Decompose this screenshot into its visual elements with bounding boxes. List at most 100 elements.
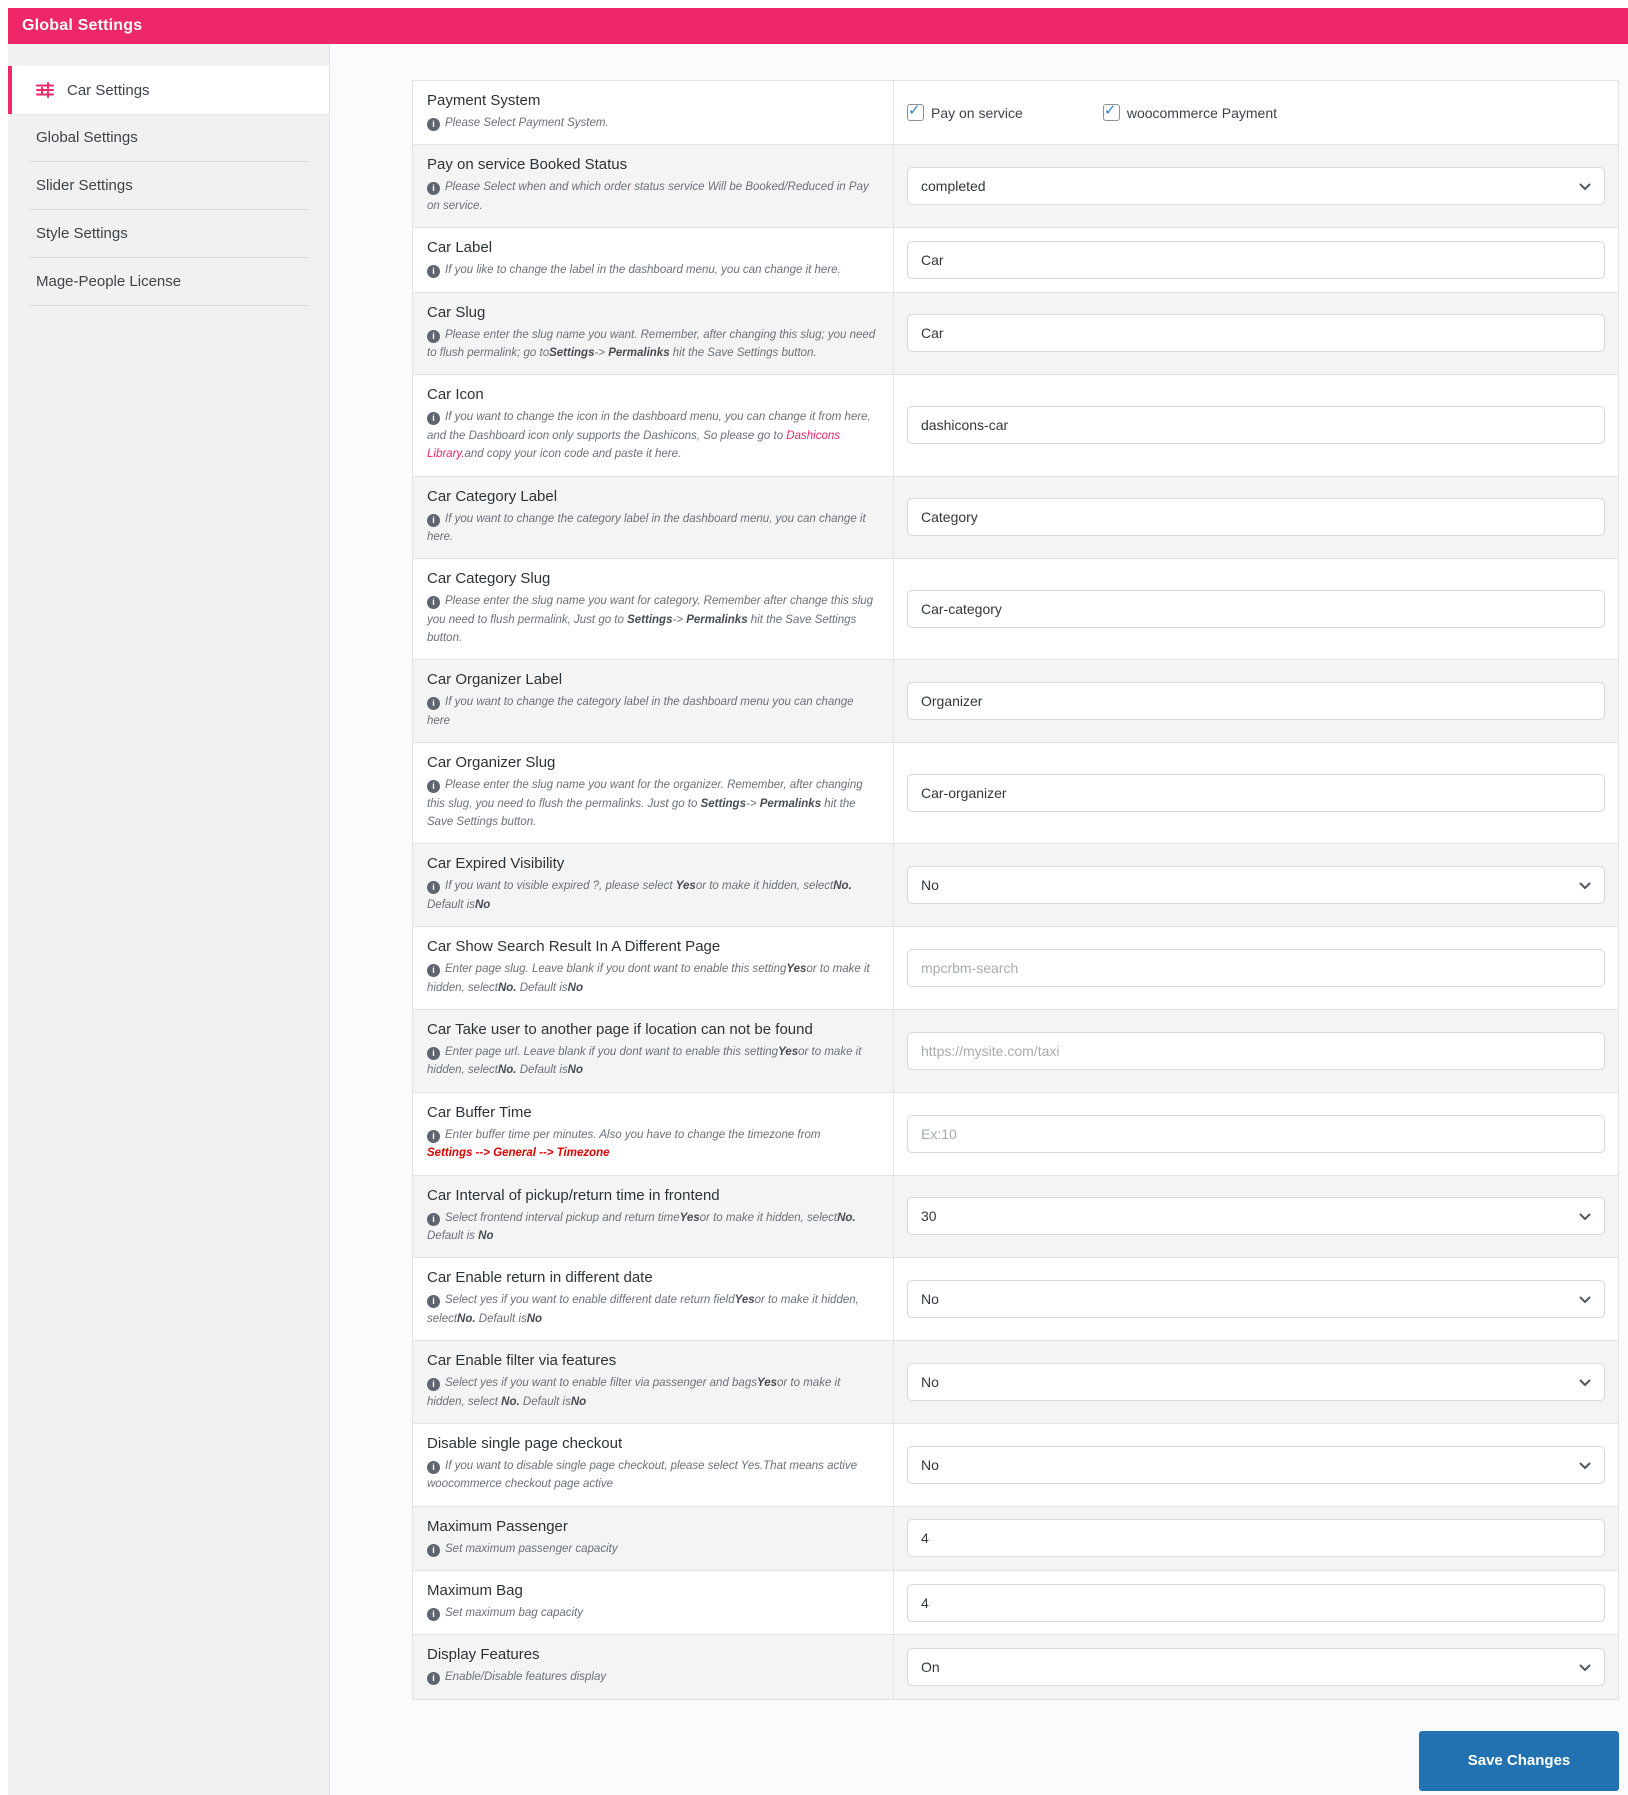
checkbox-box[interactable]: ✓ [907,102,924,122]
sidebar-item-label: Global Settings [36,129,138,146]
desc-text: Default is [519,1395,571,1408]
pay-on-service-booked-status-select[interactable]: completed [907,167,1605,206]
desc-bold-text: Permalinks [759,797,822,810]
select-value: completed [921,178,986,195]
sidebar-item-global-settings[interactable]: Global Settings [28,114,309,162]
setting-label: Car Buffer Time [427,1103,532,1121]
info-icon: i [427,118,440,131]
car-category-label-input[interactable] [907,498,1605,537]
setting-control-cell: ✓ Pay on service ✓ woocommerce Payment [894,81,1618,144]
checkbox-woocommerce-payment[interactable]: ✓ woocommerce Payment [1102,102,1277,122]
maximum-passenger-input[interactable] [907,1519,1605,1558]
desc-bold-text: Settings [627,613,673,626]
check-icon: ✓ [1103,102,1117,120]
sidebar-item-label: Mage-People License [36,273,182,290]
setting-control-cell: On [894,1635,1618,1698]
setting-label: Disable single page checkout [427,1434,623,1452]
desc-text: Please Select Payment System. [445,117,609,129]
info-icon: i [427,1046,440,1060]
info-icon: i [427,697,440,711]
setting-control-cell [894,293,1618,375]
info-icon: i [427,1378,440,1392]
setting-control-cell: No [894,1424,1618,1506]
settings-row-car-show-search-result-in-a-different-page: Car Show Search Result In A Different Pa… [413,927,1618,1010]
car-take-user-to-another-page-if-location-can-not-be-found-input[interactable] [907,1031,1605,1070]
setting-control-cell [894,660,1618,742]
setting-description: i If you want to visible expired ?, pleas… [427,877,877,914]
setting-label-cell: Car Enable filter via features i Select ye… [413,1341,894,1423]
sidebar-item-car-settings[interactable]: Car Settings [8,66,329,114]
desc-bold-text: No. [457,1312,476,1325]
setting-label: Payment System [427,92,541,109]
car-category-slug-input[interactable] [907,590,1605,629]
settings-row-maximum-bag: Maximum Bag i Set maximum bag capacity [413,1571,1618,1636]
car-interval-of-pickup-return-time-in-frontend-select[interactable]: 30 [907,1197,1605,1236]
car-enable-return-in-different-date-select[interactable]: No [907,1280,1605,1319]
display-features-select[interactable]: On [907,1648,1605,1687]
settings-row-car-icon: Car Icon i If you want to change the icon … [413,375,1618,477]
chevron-down-icon [1579,1296,1591,1304]
desc-text: hit the Save Settings button. [669,346,817,359]
settings-row-car-category-label: Car Category Label i If you want to change… [413,476,1618,560]
checkbox-pay-on-service[interactable]: ✓ Pay on service [907,102,1023,122]
car-organizer-label-input[interactable] [907,682,1605,721]
desc-text: and copy your icon code and paste it her… [464,448,682,461]
desc-bold-text: No. [497,981,517,994]
setting-control-cell [894,1571,1618,1634]
desc-bold-text: No [526,1312,543,1325]
setting-description: i Select yes if you want to enable filter… [427,1374,877,1411]
setting-description: i Select yes if you want to enable differ… [427,1291,877,1328]
car-icon-input[interactable] [907,406,1605,445]
setting-control-cell [894,477,1618,559]
settings-row-payment-system: Payment System i Please Select Payment Sys… [413,81,1618,146]
desc-bold-text: No. [833,880,852,893]
info-icon: i [427,329,440,343]
car-buffer-time-input[interactable] [907,1114,1605,1153]
info-icon: i [427,412,440,426]
desc-bold-text: Yes [734,1294,755,1307]
car-expired-visibility-select[interactable]: No [907,866,1605,905]
sidebar-item-slider-settings[interactable]: Slider Settings [28,162,309,210]
desc-text: Enable/Disable features display [445,1671,607,1684]
sidebar-item-mage-people-license[interactable]: Mage-People License [28,258,309,306]
setting-label: Car Organizer Slug [427,754,556,772]
car-enable-filter-via-features-select[interactable]: No [907,1363,1605,1401]
info-icon: i [427,964,440,978]
info-icon: i [427,1460,440,1474]
setting-description: i Please Select Payment System. [427,114,877,132]
setting-description: i Select frontend interval pickup and ret… [427,1209,877,1246]
setting-label: Car Icon [427,386,484,404]
desc-text: Default is [516,981,568,994]
setting-label-cell: Pay on service Booked Status i Please Sele… [413,145,894,228]
checkbox-label: Pay on service [931,104,1023,121]
chevron-down-icon [1579,183,1591,191]
maximum-bag-input[interactable] [907,1583,1605,1622]
info-icon: i [427,780,440,794]
desc-bold-text: Permalinks [608,346,670,359]
car-organizer-slug-input[interactable] [907,774,1605,813]
setting-description: i Enter buffer time per minutes. Also you… [427,1126,877,1163]
setting-label: Car Category Slug [427,570,551,588]
select-value: 30 [921,1208,937,1225]
info-icon: i [427,1672,440,1686]
sidebar-item-label: Style Settings [36,225,128,242]
car-label-input[interactable] [907,240,1605,279]
main-content: Payment System i Please Select Payment Sys… [330,44,1628,1795]
setting-control-cell: 30 [894,1176,1618,1258]
sidebar-item-style-settings[interactable]: Style Settings [28,210,309,258]
checkbox-box[interactable]: ✓ [1102,102,1120,122]
chevron-down-icon [1579,1462,1591,1470]
settings-row-car-organizer-label: Car Organizer Label i If you want to chang… [413,660,1618,744]
select-value: No [921,1291,939,1308]
disable-single-page-checkout-select[interactable]: No [907,1445,1605,1484]
car-slug-input[interactable] [907,314,1605,353]
save-changes-button[interactable]: Save Changes [1419,1730,1619,1791]
select-value: No [921,877,939,894]
desc-bold-text: No. [837,1211,856,1224]
check-icon: ✓ [908,102,921,120]
info-icon: i [427,1295,440,1309]
car-show-search-result-in-a-different-page-input[interactable] [907,949,1605,988]
checkbox-label: woocommerce Payment [1126,104,1277,121]
setting-description: i If you want to change the icon in the d… [427,408,877,463]
desc-text: Please Select when and which order statu… [427,181,869,212]
